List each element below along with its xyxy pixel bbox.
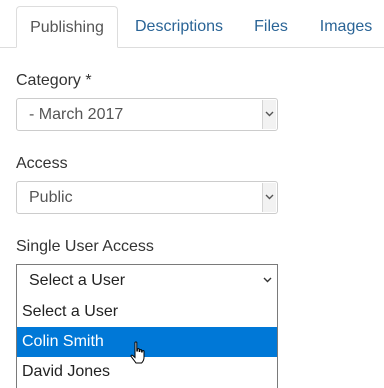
- category-label: Category *: [16, 72, 92, 89]
- user-dropdown-list: Select a User Colin Smith David Jones: [16, 296, 278, 388]
- category-select[interactable]: - March 2017: [16, 98, 278, 131]
- access-label: Access: [16, 155, 68, 172]
- chevron-down-icon: [262, 100, 276, 129]
- option-colin-smith[interactable]: Colin Smith: [17, 327, 277, 357]
- chevron-down-icon: [262, 183, 276, 212]
- single-user-access-value: Select a User: [29, 272, 126, 289]
- option-david-jones[interactable]: David Jones: [17, 357, 277, 387]
- chevron-down-icon: [261, 266, 275, 295]
- tab-descriptions[interactable]: Descriptions: [122, 6, 236, 48]
- tab-files[interactable]: Files: [242, 6, 300, 48]
- category-value: - March 2017: [29, 106, 124, 123]
- tab-bar: Publishing Descriptions Files Images: [0, 0, 384, 48]
- access-select[interactable]: Public: [16, 181, 278, 214]
- option-select-a-user[interactable]: Select a User: [17, 297, 277, 327]
- tab-images[interactable]: Images: [308, 6, 384, 48]
- single-user-access-label: Single User Access: [16, 238, 154, 255]
- single-user-access-select[interactable]: Select a User: [16, 264, 278, 297]
- access-value: Public: [29, 189, 73, 206]
- tab-publishing[interactable]: Publishing: [16, 6, 118, 48]
